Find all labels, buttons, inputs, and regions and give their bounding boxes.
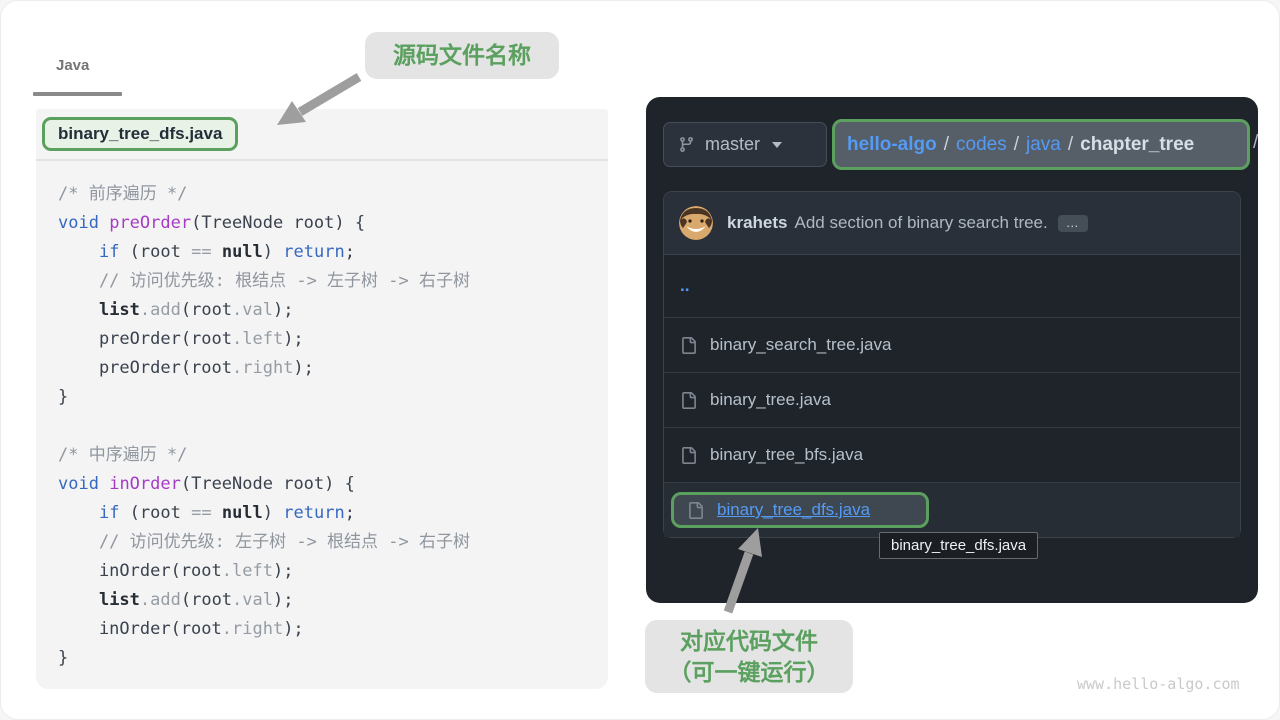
breadcrumb-separator: / (1014, 134, 1019, 156)
code-line: void inOrder(TreeNode root) { (58, 470, 608, 499)
tab-java[interactable]: Java (56, 57, 89, 74)
highlighted-file-annotation-box: binary_tree_dfs.java (671, 492, 929, 528)
file-icon (687, 502, 704, 519)
breadcrumb-trailing-slash: / (1253, 132, 1258, 154)
code-header: binary_tree_dfs.java (36, 109, 608, 161)
file-row[interactable]: binary_tree_dfs.java (664, 482, 1240, 537)
code-line: list.add(root.val); (58, 586, 608, 615)
breadcrumb-separator: / (944, 134, 949, 156)
file-browser: krahets Add section of binary search tre… (663, 191, 1241, 538)
avatar[interactable] (679, 206, 713, 240)
code-line: preOrder(root.right); (58, 354, 608, 383)
annotation-source-filename: 源码文件名称 (365, 32, 559, 79)
code-line: /* 前序遍历 */ (58, 180, 608, 209)
code-line: } (58, 383, 608, 412)
figure-canvas: Java binary_tree_dfs.java /* 前序遍历 */void… (0, 0, 1280, 720)
file-link[interactable]: binary_tree_bfs.java (710, 445, 863, 465)
annotation-code-file: 对应代码文件 （可一键运行） (645, 620, 853, 693)
file-row[interactable]: binary_tree_bfs.java (664, 427, 1240, 482)
branch-selector[interactable]: master (663, 122, 827, 167)
code-line: if (root == null) return; (58, 499, 608, 528)
file-icon (680, 392, 697, 409)
code-filename-badge: binary_tree_dfs.java (42, 117, 238, 151)
code-line: /* 中序遍历 */ (58, 441, 608, 470)
watermark: www.hello-algo.com (1077, 675, 1240, 693)
branch-name: master (705, 134, 760, 155)
code-line: inOrder(root.left); (58, 557, 608, 586)
git-branch-icon (678, 136, 695, 153)
breadcrumb-item-codes[interactable]: codes (956, 134, 1007, 156)
code-line: if (root == null) return; (58, 238, 608, 267)
breadcrumb-item-java[interactable]: java (1026, 134, 1061, 156)
commit-author[interactable]: krahets (727, 213, 787, 233)
annotation-code-file-line2: （可一键运行） (645, 657, 853, 688)
github-panel: master hello-algo / codes / java / chapter_tre… (646, 97, 1258, 603)
annotation-code-file-line1: 对应代码文件 (645, 626, 853, 657)
file-row-parent[interactable]: .. (664, 255, 1240, 317)
breadcrumb-item-chapter_tree: chapter_tree (1080, 134, 1194, 156)
breadcrumb-item-hello-algo[interactable]: hello-algo (847, 134, 937, 156)
code-block: /* 前序遍历 */void preOrder(TreeNode root) {… (36, 161, 608, 673)
commit-message[interactable]: Add section of binary search tree. (794, 213, 1047, 233)
latest-commit-row: krahets Add section of binary search tre… (664, 192, 1240, 255)
tab-active-indicator (33, 92, 122, 96)
file-link[interactable]: binary_search_tree.java (710, 335, 891, 355)
code-line: // 访问优先级: 左子树 -> 根结点 -> 右子树 (58, 528, 608, 557)
code-line: list.add(root.val); (58, 296, 608, 325)
chevron-down-icon (772, 142, 782, 148)
code-line (58, 412, 608, 441)
commit-more-button[interactable]: … (1058, 215, 1088, 232)
breadcrumb: hello-algo / codes / java / chapter_tree (832, 119, 1250, 170)
code-line: preOrder(root.left); (58, 325, 608, 354)
code-panel: binary_tree_dfs.java /* 前序遍历 */void preO… (36, 109, 608, 689)
breadcrumb-separator: / (1068, 134, 1073, 156)
code-line: inOrder(root.right); (58, 615, 608, 644)
link-tooltip: binary_tree_dfs.java (879, 532, 1038, 559)
file-link[interactable]: binary_tree.java (710, 390, 831, 410)
code-line: // 访问优先级: 根结点 -> 左子树 -> 右子树 (58, 267, 608, 296)
file-row[interactable]: binary_search_tree.java (664, 317, 1240, 372)
file-icon (680, 447, 697, 464)
file-icon (680, 337, 697, 354)
file-link[interactable]: binary_tree_dfs.java (717, 500, 870, 520)
parent-directory-link[interactable]: .. (680, 276, 689, 296)
code-line: void preOrder(TreeNode root) { (58, 209, 608, 238)
file-row[interactable]: binary_tree.java (664, 372, 1240, 427)
code-line: } (58, 644, 608, 673)
